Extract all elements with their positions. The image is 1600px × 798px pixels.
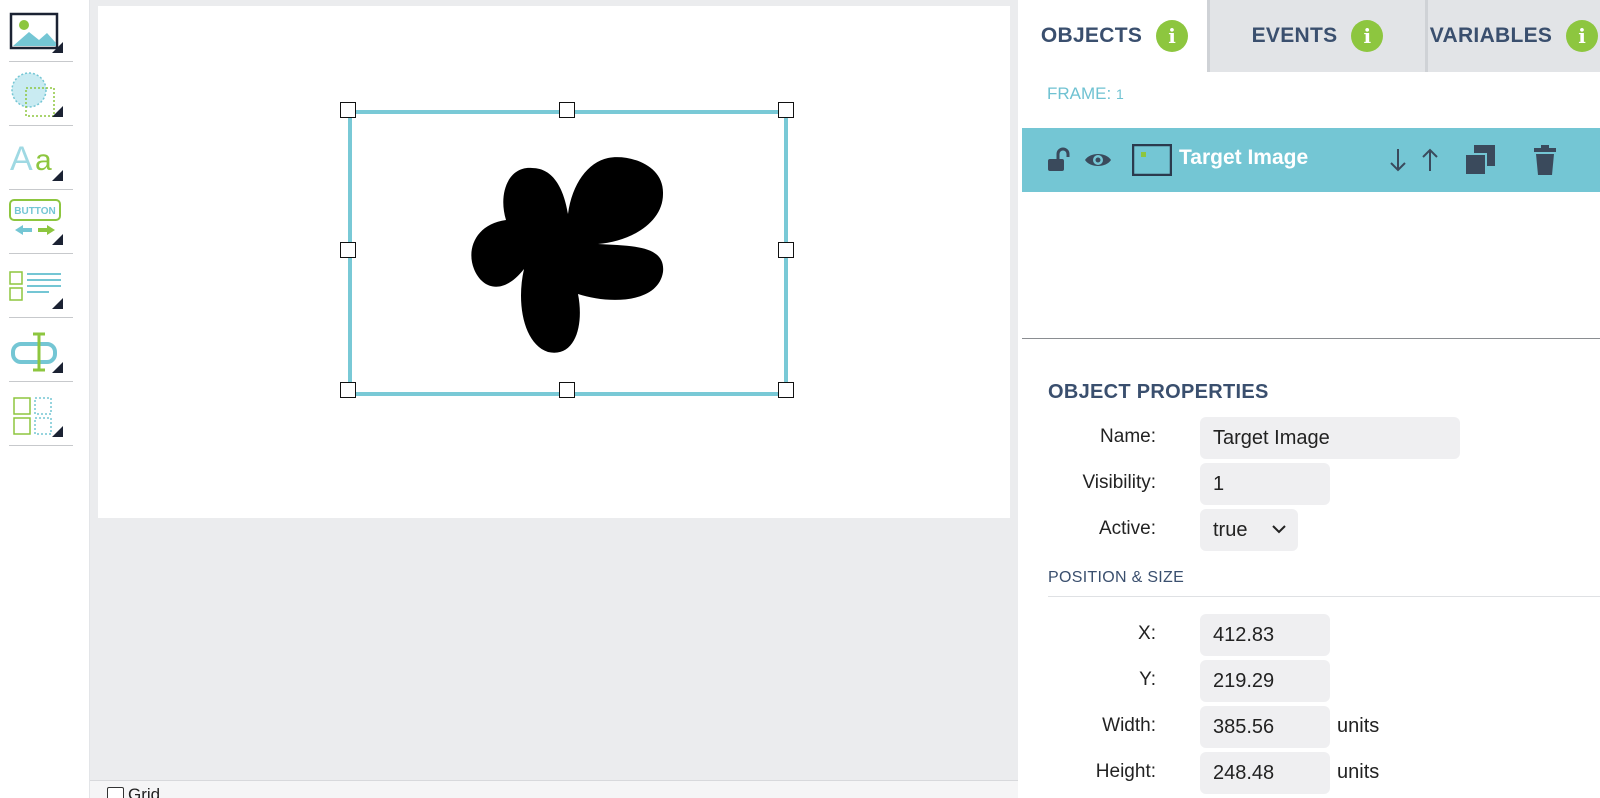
info-icon[interactable]: i — [1351, 20, 1384, 52]
frame-label: FRAME: — [1047, 84, 1112, 103]
name-value: Target Image — [1213, 426, 1330, 449]
visibility-value: 1 — [1213, 472, 1225, 495]
frame-indicator: FRAME: 1 — [1047, 84, 1124, 104]
text-tool-button[interactable]: A a — [9, 128, 73, 190]
resize-handle-left[interactable] — [340, 242, 356, 258]
width-value: 385.56 — [1213, 715, 1275, 738]
move-down-icon[interactable] — [1388, 128, 1408, 192]
info-icon[interactable]: i — [1566, 20, 1599, 52]
layer-name: Target Image — [1179, 146, 1309, 169]
layer-list-divider — [1022, 338, 1600, 339]
grid-checkbox[interactable] — [107, 787, 124, 798]
delete-icon[interactable] — [1534, 128, 1556, 192]
x-value: 412.83 — [1213, 623, 1275, 646]
height-value: 248.48 — [1213, 761, 1275, 784]
move-up-icon[interactable] — [1420, 128, 1440, 192]
chevron-down-icon — [1272, 525, 1286, 534]
grid-label: Grid — [128, 785, 161, 798]
tab-objects-label: OBJECTS — [1040, 24, 1143, 47]
y-label: Y: — [1139, 669, 1156, 690]
position-size-divider — [1048, 596, 1600, 597]
visibility-label: Visibility: — [1082, 472, 1156, 493]
active-label: Active: — [1098, 518, 1156, 539]
bottom-bar: Grid — [90, 780, 1018, 798]
eye-icon[interactable] — [1084, 128, 1112, 192]
width-units: units — [1337, 715, 1380, 737]
tab-objects[interactable]: OBJECTS i — [1022, 0, 1210, 72]
svg-text:BUTTON: BUTTON — [14, 206, 55, 217]
shape-tool-icon — [11, 72, 55, 117]
height-field[interactable]: 248.48 — [1200, 752, 1330, 794]
active-select[interactable]: true — [1200, 509, 1298, 551]
svg-text:A: A — [10, 140, 33, 178]
active-value: true — [1213, 518, 1248, 541]
list-tool-button[interactable] — [9, 256, 73, 318]
width-field[interactable]: 385.56 — [1200, 706, 1330, 748]
unlock-icon[interactable] — [1046, 128, 1072, 192]
properties-panel: OBJECTS i EVENTS i VARIABLES i FRAME: 1 — [1022, 0, 1600, 798]
button-tool-button[interactable]: BUTTON — [9, 192, 73, 254]
tab-variables-label: VARIABLES — [1429, 24, 1553, 47]
position-size-title: POSITION & SIZE — [1048, 569, 1185, 586]
resize-handle-right[interactable] — [778, 242, 794, 258]
tab-events[interactable]: EVENTS i — [1210, 0, 1428, 72]
input-tool-button[interactable] — [9, 320, 73, 382]
y-value: 219.29 — [1213, 669, 1275, 692]
x-field[interactable]: 412.83 — [1200, 614, 1330, 656]
shape-tool-button[interactable] — [9, 64, 73, 126]
selection-box[interactable] — [348, 110, 788, 396]
workspace: Grid — [90, 0, 1018, 798]
visibility-field[interactable]: 1 — [1200, 463, 1330, 505]
layer-row[interactable]: Target Image — [1022, 128, 1600, 192]
resize-handle-bottom[interactable] — [559, 382, 575, 398]
height-units: units — [1337, 761, 1380, 783]
duplicate-icon[interactable] — [1464, 128, 1496, 192]
tab-events-label: EVENTS — [1251, 24, 1338, 47]
svg-text:a: a — [35, 144, 52, 177]
image-thumbnail-icon — [1132, 128, 1172, 192]
panel-tabs: OBJECTS i EVENTS i VARIABLES i — [1022, 0, 1600, 72]
height-label: Height: — [1095, 761, 1156, 782]
resize-handle-top-right[interactable] — [778, 102, 794, 118]
resize-handle-bottom-left[interactable] — [340, 382, 356, 398]
frame-number: 1 — [1115, 86, 1124, 102]
resize-handle-bottom-right[interactable] — [778, 382, 794, 398]
resize-handle-top[interactable] — [559, 102, 575, 118]
width-label: Width: — [1102, 715, 1156, 736]
resize-handle-top-left[interactable] — [340, 102, 356, 118]
stage-canvas[interactable] — [98, 6, 1010, 518]
name-label: Name: — [1100, 426, 1156, 447]
info-icon[interactable]: i — [1156, 20, 1189, 52]
tab-variables[interactable]: VARIABLES i — [1428, 0, 1600, 72]
image-tool-button[interactable] — [9, 0, 73, 62]
y-field[interactable]: 219.29 — [1200, 660, 1330, 702]
name-field[interactable]: Target Image — [1200, 417, 1460, 459]
object-properties-title: OBJECT PROPERTIES — [1048, 381, 1269, 403]
x-label: X: — [1138, 623, 1156, 644]
tool-palette: A a BUTTON — [0, 0, 90, 798]
grid-tool-button[interactable] — [9, 384, 73, 446]
